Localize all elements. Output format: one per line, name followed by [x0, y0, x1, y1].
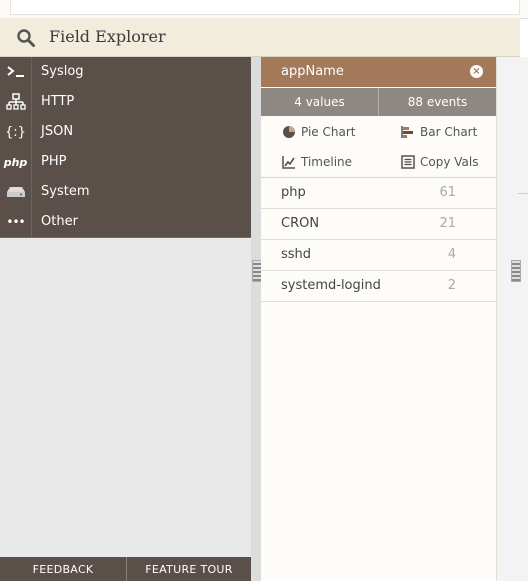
category-php[interactable]: php PHP	[0, 147, 251, 178]
category-syslog[interactable]: Syslog	[0, 57, 251, 88]
copy-vals-button[interactable]: Copy Vals	[400, 152, 478, 172]
category-panel: Syslog HTTP {:} JSON php PHP System ••• …	[0, 57, 251, 581]
category-http[interactable]: HTTP	[0, 87, 251, 118]
pie-chart-button[interactable]: Pie Chart	[281, 122, 355, 142]
value-name: systemd-logind	[281, 278, 381, 293]
value-name: sshd	[281, 247, 312, 262]
value-count: 2	[447, 278, 456, 293]
value-count: 21	[439, 216, 456, 231]
list-item[interactable]: sshd 4	[261, 240, 496, 271]
search-icon[interactable]	[16, 28, 36, 48]
copy-vals-label: Copy Vals	[420, 155, 479, 169]
feature-tour-button[interactable]: FEATURE TOUR	[127, 557, 251, 581]
server-icon	[0, 177, 32, 207]
timeline-icon	[281, 154, 297, 170]
bar-chart-button[interactable]: Bar Chart	[400, 122, 477, 142]
list-item[interactable]: CRON 21	[261, 209, 496, 240]
footer-bar: FEEDBACK FEATURE TOUR	[0, 557, 251, 581]
value-list: php 61 CRON 21 sshd 4 systemd-logind 2	[261, 177, 496, 302]
top-strip-inner	[10, 0, 520, 15]
category-label: JSON	[41, 124, 74, 139]
field-header: appName ×	[261, 57, 496, 87]
gutter-line	[518, 193, 528, 194]
field-explorer-header: Field Explorer	[0, 18, 520, 57]
php-icon: php	[0, 147, 32, 177]
right-gutter	[497, 57, 528, 581]
pie-chart-label: Pie Chart	[301, 125, 356, 139]
value-name: CRON	[281, 216, 320, 231]
list-item[interactable]: php 61	[261, 178, 496, 209]
value-count: 61	[439, 185, 456, 200]
category-label: HTTP	[41, 94, 75, 109]
events-count: 88 events	[407, 95, 468, 109]
value-name: php	[281, 185, 306, 200]
timeline-button[interactable]: Timeline	[281, 152, 352, 172]
field-detail-panel: appName × 4 values 88 events Pie Chart B…	[261, 57, 497, 581]
category-system[interactable]: System	[0, 177, 251, 208]
braces-icon: {:}	[0, 117, 32, 147]
ellipsis-icon: •••	[0, 207, 32, 237]
category-other[interactable]: ••• Other	[0, 207, 251, 238]
top-strip	[0, 0, 528, 19]
sitemap-icon	[0, 87, 32, 117]
field-stats: 4 values 88 events	[261, 88, 496, 116]
category-label: Other	[41, 214, 78, 229]
bar-chart-label: Bar Chart	[420, 125, 478, 139]
bar-chart-icon	[400, 124, 416, 140]
page-title: Field Explorer	[49, 27, 166, 46]
field-name: appName	[281, 64, 344, 79]
copy-icon	[400, 154, 416, 170]
category-label: PHP	[41, 154, 67, 169]
panel-divider	[251, 57, 261, 581]
terminal-icon	[0, 57, 32, 87]
feedback-button[interactable]: FEEDBACK	[0, 557, 126, 581]
close-icon[interactable]: ×	[470, 65, 483, 78]
list-item[interactable]: systemd-logind 2	[261, 271, 496, 302]
category-label: System	[41, 184, 90, 199]
value-count: 4	[447, 247, 456, 262]
resize-handle-right[interactable]	[511, 260, 521, 282]
values-count: 4 values	[261, 88, 379, 116]
category-json[interactable]: {:} JSON	[0, 117, 251, 148]
timeline-label: Timeline	[301, 155, 353, 169]
pie-chart-icon	[281, 124, 297, 140]
category-label: Syslog	[41, 64, 84, 79]
